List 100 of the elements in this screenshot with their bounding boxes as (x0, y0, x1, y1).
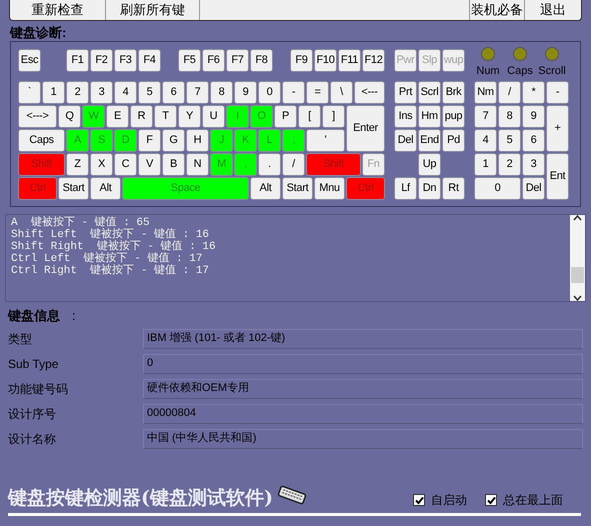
keyboard-key[interactable]: . (258, 153, 281, 176)
keyboard-key[interactable]: Rt (442, 177, 465, 200)
keyboard-key[interactable]: Nm (474, 81, 497, 104)
keyboard-key[interactable]: Pd (442, 129, 465, 152)
keyboard-key[interactable]: V (138, 153, 161, 176)
keyboard-key[interactable]: F8 (250, 49, 273, 72)
keyboard-key[interactable]: ` (18, 81, 41, 104)
scrollbar[interactable] (570, 215, 585, 301)
keyboard-key[interactable]: 1 (42, 81, 65, 104)
keyboard-key[interactable]: 0 (258, 81, 281, 104)
keyboard-key[interactable]: pup (442, 105, 465, 128)
keyboard-key[interactable]: 6 (522, 129, 545, 152)
keyboard-key[interactable]: [ (298, 105, 321, 128)
keyboard-key[interactable]: U (202, 105, 225, 128)
keyboard-key[interactable]: F5 (178, 49, 201, 72)
keyboard-key[interactable]: Brk (442, 81, 465, 104)
keyboard-key[interactable]: F3 (114, 49, 137, 72)
keyboard-key[interactable]: 1 (474, 153, 497, 176)
keyboard-key[interactable]: Start (282, 177, 313, 200)
keyboard-key[interactable]: Enter (346, 105, 385, 152)
keyboard-key[interactable]: F10 (314, 49, 337, 72)
keyboard-key[interactable]: 2 (66, 81, 89, 104)
keyboard-key[interactable]: 7 (186, 81, 209, 104)
keyboard-key[interactable]: ' (306, 129, 345, 152)
keyboard-key[interactable]: - (546, 81, 569, 104)
keyboard-key[interactable]: / (498, 81, 521, 104)
keyboard-key[interactable]: = (306, 81, 329, 104)
keyboard-key[interactable]: B (162, 153, 185, 176)
keyboard-key[interactable]: * (522, 81, 545, 104)
keyboard-key[interactable]: Alt (250, 177, 281, 200)
keyboard-key[interactable]: 4 (474, 129, 497, 152)
keyboard-key[interactable]: 9 (234, 81, 257, 104)
keyboard-key[interactable]: 8 (498, 105, 521, 128)
toolbar-button[interactable]: 重新检查 (10, 0, 106, 20)
indicator-label: Scroll (537, 66, 567, 77)
toolbar-button[interactable]: 装机必备 (469, 0, 525, 20)
keyboard-key[interactable]: F7 (226, 49, 249, 72)
keyboard-key[interactable]: X (90, 153, 113, 176)
keyboard-key[interactable]: Y (178, 105, 201, 128)
scrollbar-thumb[interactable] (571, 267, 584, 283)
keyboard-key[interactable]: Z (66, 153, 89, 176)
keyboard-key[interactable]: \ (330, 81, 353, 104)
keyboard-key[interactable]: F1 (66, 49, 89, 72)
keyboard-key[interactable]: G (162, 129, 185, 152)
toolbar-button[interactable]: 刷新所有键 (106, 0, 200, 20)
keyboard-key[interactable]: F (138, 129, 161, 152)
keyboard-key[interactable]: F2 (90, 49, 113, 72)
keyboard-key[interactable]: N (186, 153, 209, 176)
keyboard-key[interactable]: 0 (474, 177, 521, 200)
scroll-up-icon[interactable] (573, 215, 582, 221)
keyboard-key[interactable]: F6 (202, 49, 225, 72)
keyboard-key[interactable]: Del (394, 129, 417, 152)
keyboard-key[interactable]: H (186, 129, 209, 152)
keyboard-key[interactable]: Del (522, 177, 545, 200)
keyboard-key[interactable]: F4 (138, 49, 161, 72)
keyboard-key[interactable]: C (114, 153, 137, 176)
log-line: Shift Right 键被按下 - 键值 : 16 (11, 241, 217, 253)
keyboard-key[interactable]: Up (418, 153, 441, 176)
keyboard-key[interactable]: F9 (290, 49, 313, 72)
keyboard-key[interactable]: 3 (90, 81, 113, 104)
keyboard-key[interactable]: 5 (498, 129, 521, 152)
scroll-down-icon[interactable] (573, 295, 582, 301)
keyboard-key[interactable]: 7 (474, 105, 497, 128)
keyboard-key[interactable]: 2 (498, 153, 521, 176)
keyboard-key[interactable]: <--- (354, 81, 385, 104)
keyboard-key[interactable]: Prt (394, 81, 417, 104)
keyboard-key[interactable]: End (418, 129, 441, 152)
keyboard-key[interactable]: / (282, 153, 305, 176)
keyboard-key[interactable]: Caps (18, 129, 65, 152)
keyboard-key[interactable]: - (282, 81, 305, 104)
keyboard-key[interactable]: Mnu (314, 177, 345, 200)
keyboard-key[interactable]: Ent (546, 153, 569, 200)
keyboard-key[interactable]: Q (58, 105, 81, 128)
indicator-label: Num (475, 66, 501, 77)
keyboard-key[interactable]: Lf (394, 177, 417, 200)
keyboard-key[interactable]: 5 (138, 81, 161, 104)
keyboard-key[interactable]: Ins (394, 105, 417, 128)
keyboard-key[interactable]: 9 (522, 105, 545, 128)
checkbox[interactable] (485, 494, 497, 506)
keyboard-key[interactable]: P (274, 105, 297, 128)
keyboard-key[interactable]: 6 (162, 81, 185, 104)
checkbox[interactable] (413, 494, 425, 506)
keyboard-key[interactable]: + (546, 105, 569, 152)
keyboard-key[interactable]: R (130, 105, 153, 128)
keyboard-key[interactable]: ] (322, 105, 345, 128)
toolbar-button[interactable]: 退出 (525, 0, 581, 20)
keyboard-key[interactable]: 4 (114, 81, 137, 104)
keyboard-key[interactable]: 8 (210, 81, 233, 104)
keyboard-key[interactable]: 3 (522, 153, 545, 176)
keyboard-key[interactable]: Scrl (418, 81, 441, 104)
keyboard-key[interactable]: E (106, 105, 129, 128)
keyboard-key[interactable]: Esc (18, 49, 41, 72)
keyboard-key[interactable]: F12 (362, 49, 385, 72)
keyboard-key[interactable]: Hm (418, 105, 441, 128)
keyboard-key[interactable]: <---> (18, 105, 57, 128)
keyboard-key[interactable]: T (154, 105, 177, 128)
keyboard-key[interactable]: Start (58, 177, 89, 200)
keyboard-key[interactable]: Alt (90, 177, 121, 200)
keyboard-key[interactable]: Dn (418, 177, 441, 200)
keyboard-key[interactable]: F11 (338, 49, 361, 72)
